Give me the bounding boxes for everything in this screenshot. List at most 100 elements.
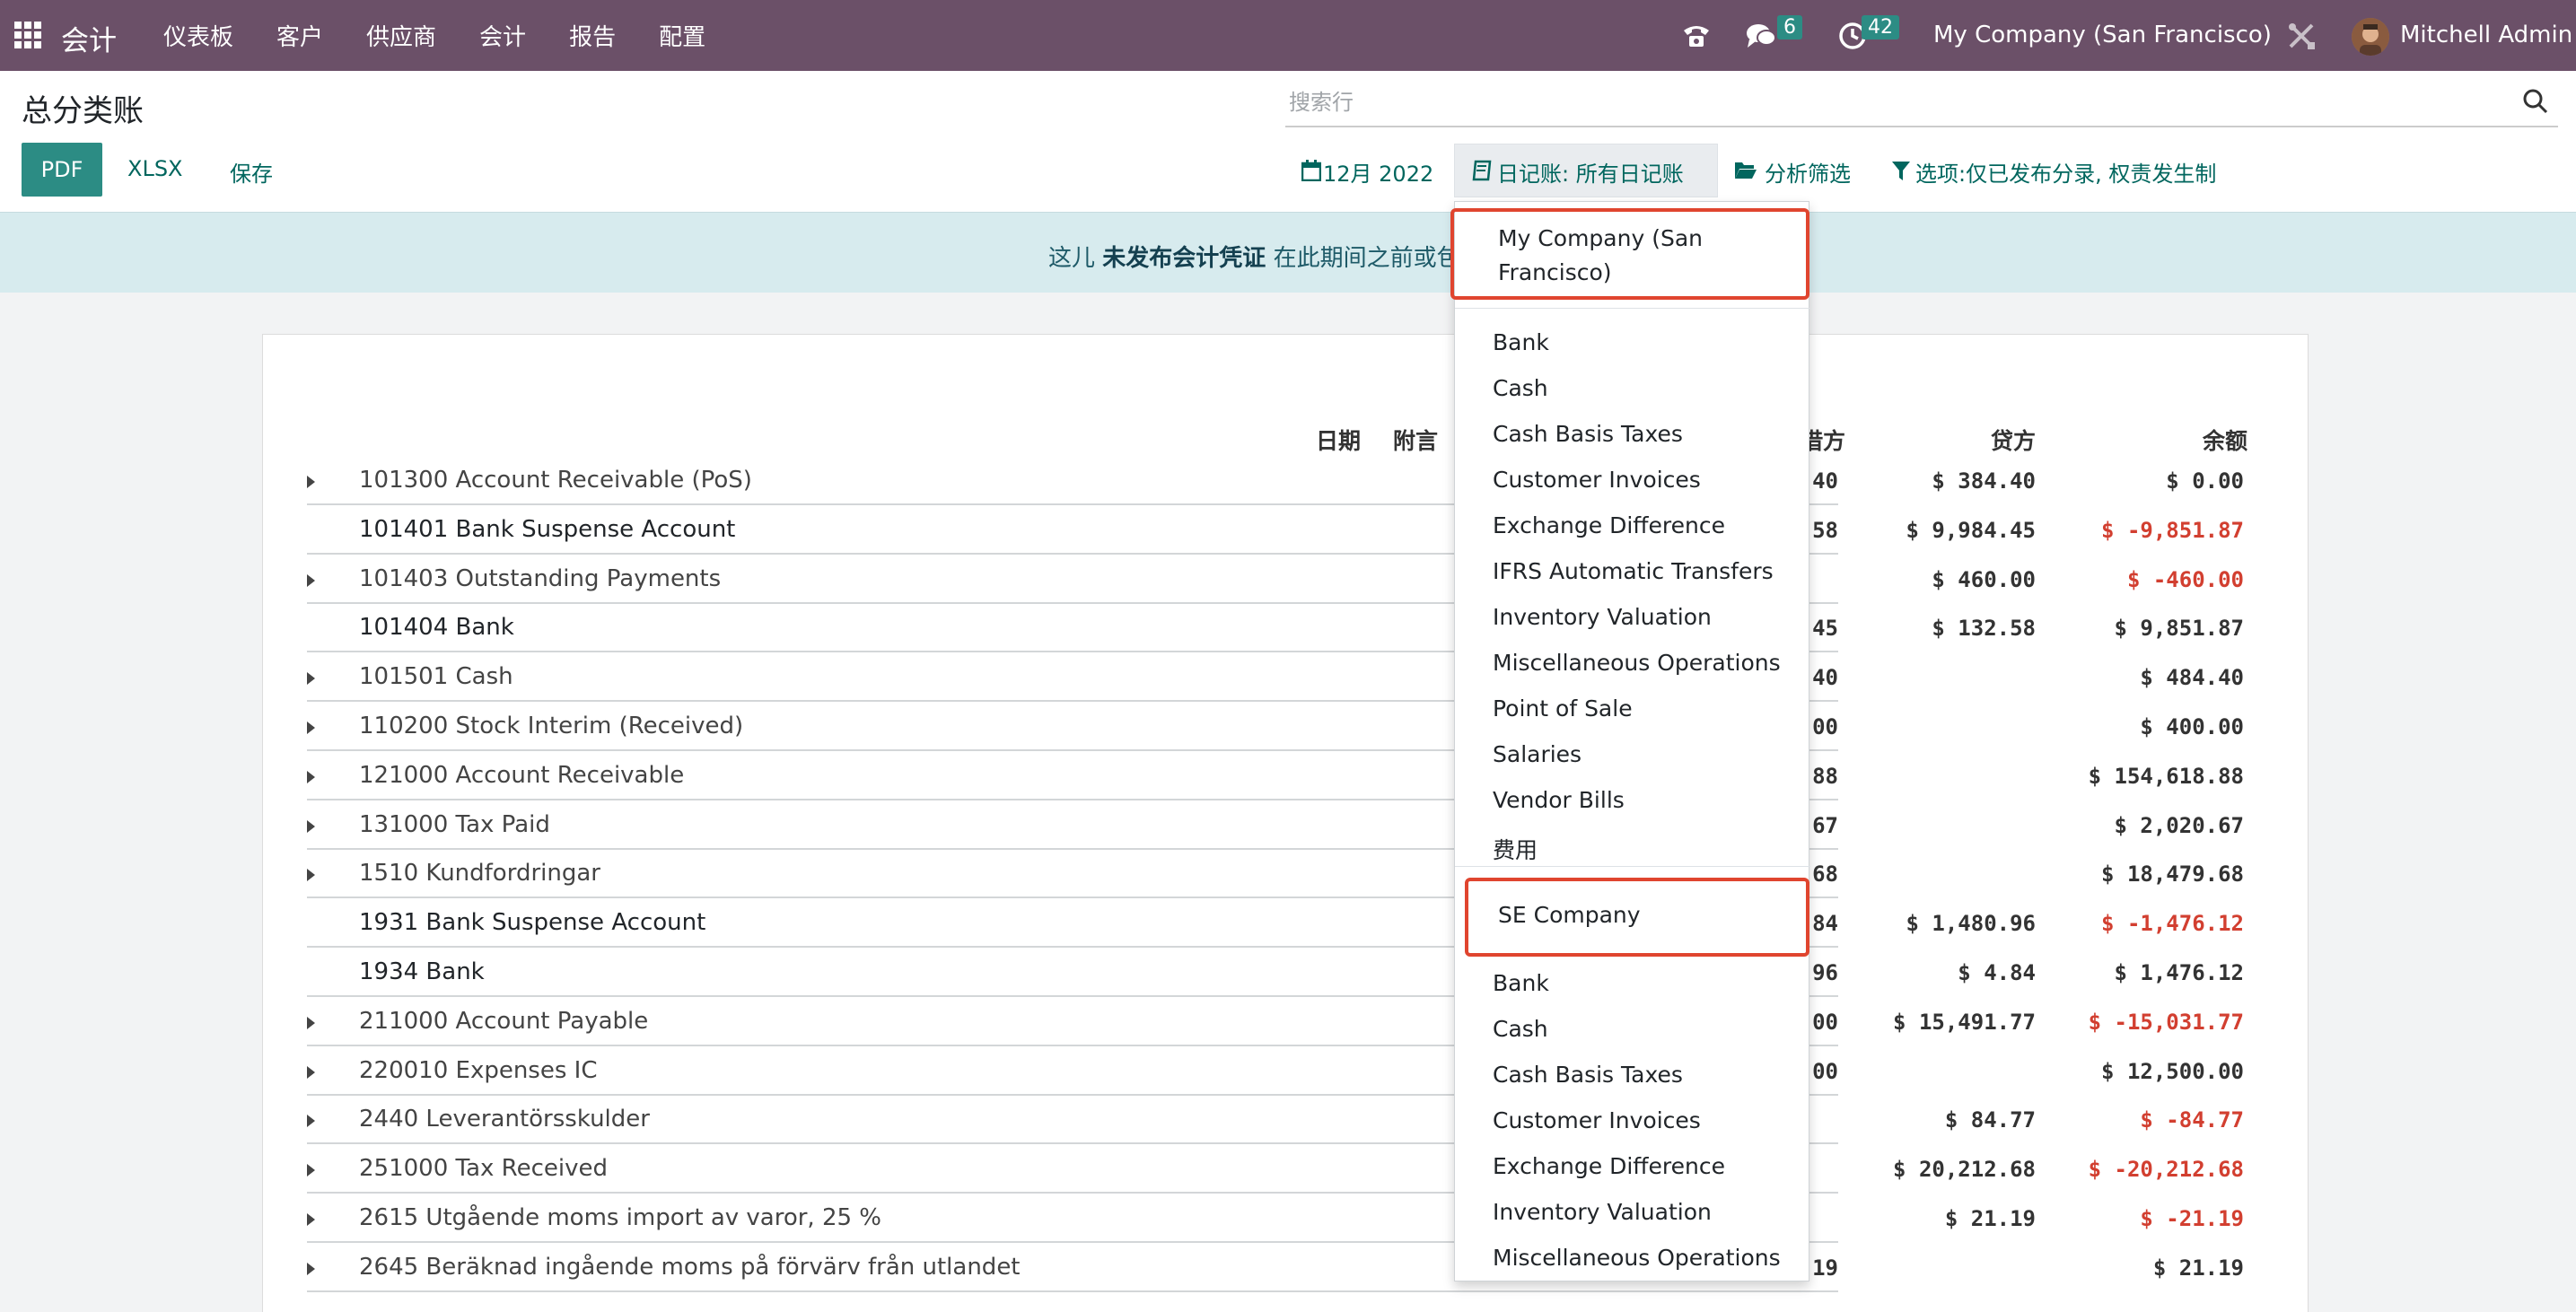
dropdown-journal-item[interactable]: Exchange Difference [1493,512,1725,538]
debit-value: 00 [1812,1009,1838,1035]
journals-dropdown: My Company (San Francisco) Bank Cash Cash … [1454,201,1810,1281]
dropdown-journal-item[interactable]: Customer Invoices [1493,467,1701,493]
caret-right-icon[interactable] [307,869,315,882]
menu-item-customers[interactable]: 客户 [276,19,323,52]
debit-value: 58 [1812,517,1838,543]
pdf-button[interactable]: PDF [22,143,102,197]
balance-value: $ 12,500.00 [2101,1058,2244,1084]
debug-tools-icon[interactable] [2285,20,2318,52]
debit-value: 68 [1812,862,1838,888]
credit-value: $ 384.40 [1932,468,2036,494]
caret-right-icon[interactable] [307,722,315,734]
avatar[interactable] [2352,18,2389,56]
dropdown-journal-item[interactable]: Cash Basis Taxes [1493,1062,1683,1088]
caret-right-icon[interactable] [307,770,315,783]
dropdown-journal-item[interactable]: Inventory Valuation [1493,604,1712,630]
balance-value: $ 0.00 [2166,468,2244,494]
account-name: 1934 Bank [359,958,485,985]
save-button[interactable]: 保存 [230,156,273,188]
dropdown-journal-item[interactable]: Salaries [1493,741,1582,767]
caret-right-icon[interactable] [307,672,315,686]
debit-value: 84 [1812,911,1838,937]
col-header-note: 附言 [1393,428,1439,454]
user-menu[interactable]: Mitchell Admin [2400,22,2572,48]
debit-value: 00 [1812,714,1838,739]
phone-icon[interactable] [1680,20,1713,52]
credit-value: $ 4.84 [1958,960,2036,985]
menu-item-configuration[interactable]: 配置 [659,19,705,52]
account-name: 220010 Expenses IC [359,1056,598,1084]
credit-value: $ 1,480.96 [1906,911,2037,937]
dropdown-journal-item[interactable]: IFRS Automatic Transfers [1493,558,1774,584]
dropdown-journal-item[interactable]: Customer Invoices [1493,1107,1701,1133]
dropdown-journal-item[interactable]: Bank [1493,329,1549,355]
credit-value: $ 84.77 [1944,1107,2036,1133]
dropdown-journal-item[interactable]: Cash [1493,1016,1548,1042]
date-filter[interactable]: 12月 2022 [1323,156,1433,188]
account-name: 2615 Utgående moms import av varor, 25 % [359,1204,882,1231]
balance-value: $ -84.77 [2140,1107,2244,1133]
menu-item-vendors[interactable]: 供应商 [366,19,436,52]
caret-right-icon[interactable] [307,1262,315,1275]
account-name: 101401 Bank Suspense Account [359,515,736,543]
dropdown-journal-item[interactable]: Vendor Bills [1493,787,1625,813]
balance-value: $ -1,476.12 [2101,911,2244,937]
dropdown-journal-item[interactable]: Cash [1493,375,1548,401]
search-bar [1285,83,2558,127]
dropdown-journal-item[interactable]: Miscellaneous Operations [1493,1245,1781,1271]
account-name: 121000 Account Receivable [359,761,685,789]
dropdown-journal-item[interactable]: Bank [1493,970,1549,996]
journals-filter[interactable]: 日记账: 所有日记账 [1497,156,1684,188]
account-name: 101300 Account Receivable (PoS) [359,467,752,494]
activities-badge: 42 [1862,15,1899,39]
account-name: 1510 Kundfordringar [359,860,600,888]
dropdown-journal-item[interactable]: Exchange Difference [1493,1153,1725,1179]
debit-value: 00 [1812,1058,1838,1084]
caret-right-icon[interactable] [307,1065,315,1079]
caret-right-icon[interactable] [307,476,315,488]
xlsx-button[interactable]: XLSX [127,156,183,181]
credit-value: $ 9,984.45 [1906,517,2037,543]
caret-right-icon[interactable] [307,1016,315,1029]
banner-link[interactable]: 未发布会计凭证 [1102,245,1266,272]
messages-icon[interactable] [1745,20,1777,52]
app-name[interactable]: 会计 [61,18,117,58]
menu-item-dashboard[interactable]: 仪表板 [163,19,233,52]
menu-item-reporting[interactable]: 报告 [569,19,616,52]
search-icon[interactable] [2522,88,2549,115]
dropdown-journal-item[interactable]: Inventory Valuation [1493,1199,1712,1225]
credit-value: $ 15,491.77 [1893,1009,2036,1035]
caret-right-icon[interactable] [307,1115,315,1128]
banner-suffix: 在此期间之前或包 [1273,245,1460,272]
balance-value: $ -20,212.68 [2088,1157,2244,1183]
dropdown-journal-item[interactable]: Miscellaneous Operations [1493,650,1781,676]
apps-grid-icon[interactable] [14,22,41,48]
credit-value: $ 460.00 [1932,566,2036,592]
options-filter[interactable]: 选项:仅已发布分录, 权责发生制 [1915,156,2216,188]
menu-item-accounting[interactable]: 会计 [479,19,526,52]
debit-value: 96 [1812,960,1838,985]
balance-value: $ 2,020.67 [2114,812,2245,838]
dropdown-journal-item[interactable]: Point of Sale [1493,695,1633,722]
balance-value: $ -21.19 [2140,1206,2244,1231]
debit-value: 40 [1812,665,1838,691]
dropdown-journal-item[interactable]: Cash Basis Taxes [1493,421,1683,447]
col-header-credit: 贷方 [1991,428,2037,454]
search-input[interactable] [1285,83,2506,122]
caret-right-icon[interactable] [307,819,315,833]
company-switcher[interactable]: My Company (San Francisco) [1933,22,2272,48]
account-name: 211000 Account Payable [359,1007,649,1035]
account-name: 101404 Bank [359,614,514,642]
balance-value: $ 154,618.88 [2088,763,2244,789]
dropdown-journal-item[interactable]: 费用 [1493,833,1538,865]
messages-badge: 6 [1777,15,1802,39]
analytic-filter[interactable]: 分析筛选 [1765,156,1851,188]
caret-right-icon[interactable] [307,1213,315,1226]
top-navbar: 会计 仪表板 客户 供应商 会计 报告 配置 6 42 My Company (… [0,0,2576,71]
page-title: 总分类账 [22,93,144,129]
caret-right-icon[interactable] [307,573,315,587]
credit-value: $ 132.58 [1932,616,2036,642]
dropdown-divider [1455,866,1810,867]
caret-right-icon[interactable] [307,1164,315,1177]
dropdown-divider [1455,308,1810,309]
